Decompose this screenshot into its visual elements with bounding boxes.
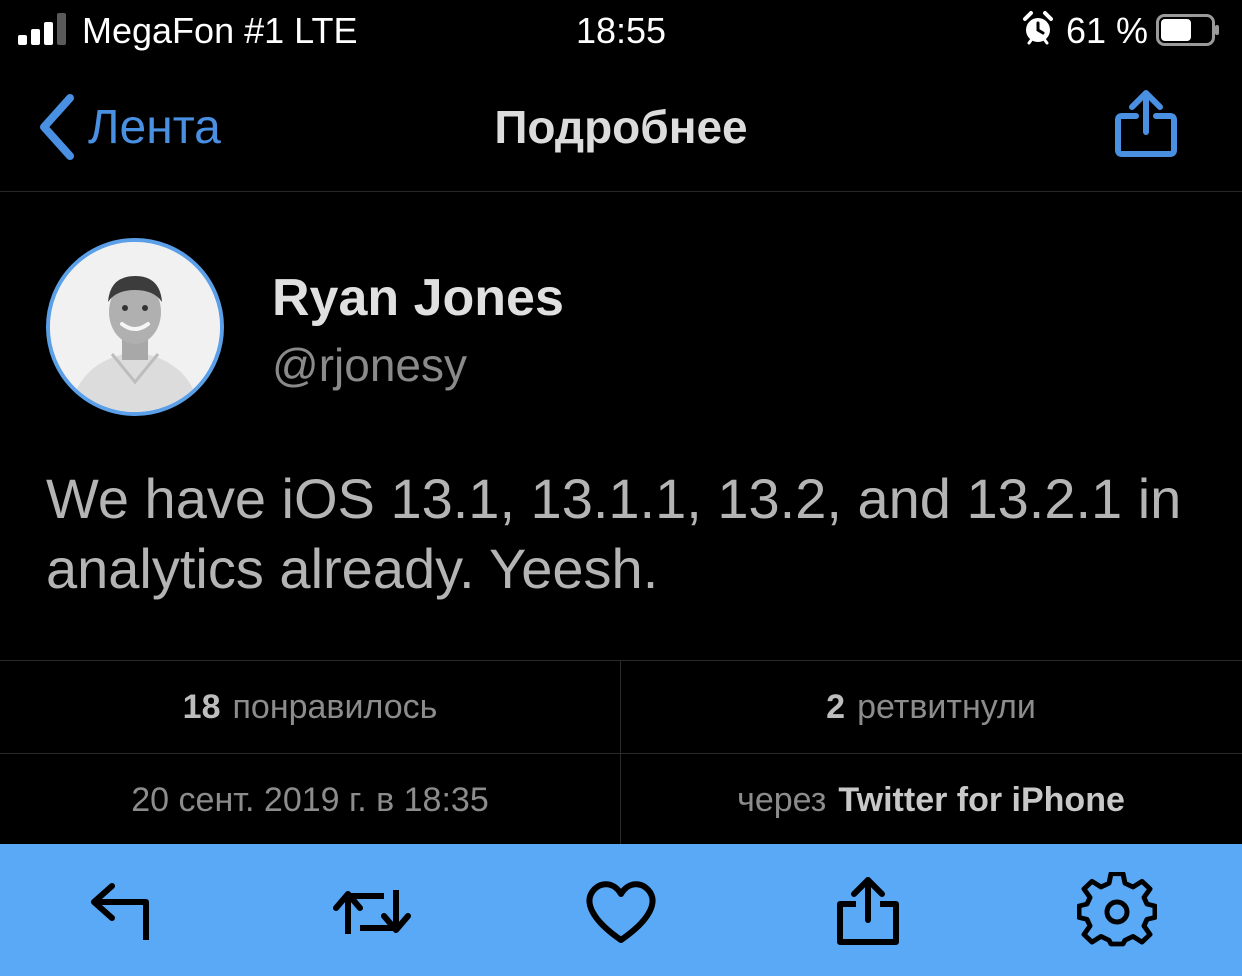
settings-button[interactable] <box>1076 871 1158 952</box>
share-icon[interactable] <box>1110 88 1182 160</box>
alarm-clock-icon <box>1023 11 1053 45</box>
back-button[interactable]: Лента <box>36 92 221 162</box>
retweets-label: ретвитнули <box>857 687 1036 726</box>
timestamp-text: 20 сент. 2019 г. в 18:35 <box>131 780 489 819</box>
source-app: Twitter for iPhone <box>838 780 1125 819</box>
retweet-icon <box>333 890 411 934</box>
likes-count: 18 <box>182 687 221 726</box>
back-button-label: Лента <box>88 100 221 154</box>
like-button[interactable] <box>581 872 661 952</box>
page-title-text: Подробнее <box>494 101 748 153</box>
likes-count-button[interactable]: 18 понравилось <box>0 661 620 753</box>
user-handle[interactable]: @rjonesy <box>272 338 467 392</box>
tweet-timestamp: 20 сент. 2019 г. в 18:35 <box>0 754 620 846</box>
avatar[interactable] <box>46 238 224 416</box>
battery-percent: 61 % <box>1066 10 1149 51</box>
heart-icon <box>586 881 656 943</box>
reply-icon <box>91 883 149 940</box>
share-button[interactable] <box>828 872 908 952</box>
retweets-count: 2 <box>826 687 846 726</box>
chevron-left-icon <box>40 94 74 160</box>
retweet-button[interactable] <box>332 872 412 952</box>
profile-photo <box>50 242 220 412</box>
via-label: через <box>737 780 827 819</box>
tweet-text: We have iOS 13.1, 13.1.1, 13.2, and 13.2… <box>46 467 1182 600</box>
retweets-count-button[interactable]: 2 ретвитнули <box>621 661 1241 753</box>
battery-icon <box>1156 14 1219 46</box>
display-name[interactable]: Ryan Jones <box>272 268 564 328</box>
gear-icon <box>1076 871 1158 947</box>
cellular-signal-icon <box>18 13 70 45</box>
tweet-stats: 18 понравилось 2 ретвитнули 20 сент. 201… <box>0 660 1242 846</box>
action-toolbar <box>0 844 1242 976</box>
likes-label: понравилось <box>232 687 438 726</box>
status-bar: MegaFon #1 LTE 18:55 61 % <box>0 0 1242 62</box>
status-time-text: 18:55 <box>575 10 667 51</box>
navigation-bar: Лента Подробнее <box>0 62 1242 192</box>
share-icon <box>837 877 899 945</box>
reply-button[interactable] <box>84 872 164 952</box>
tweet-source[interactable]: через Twitter for iPhone <box>621 754 1241 846</box>
carrier-label: MegaFon #1 LTE <box>82 10 358 51</box>
